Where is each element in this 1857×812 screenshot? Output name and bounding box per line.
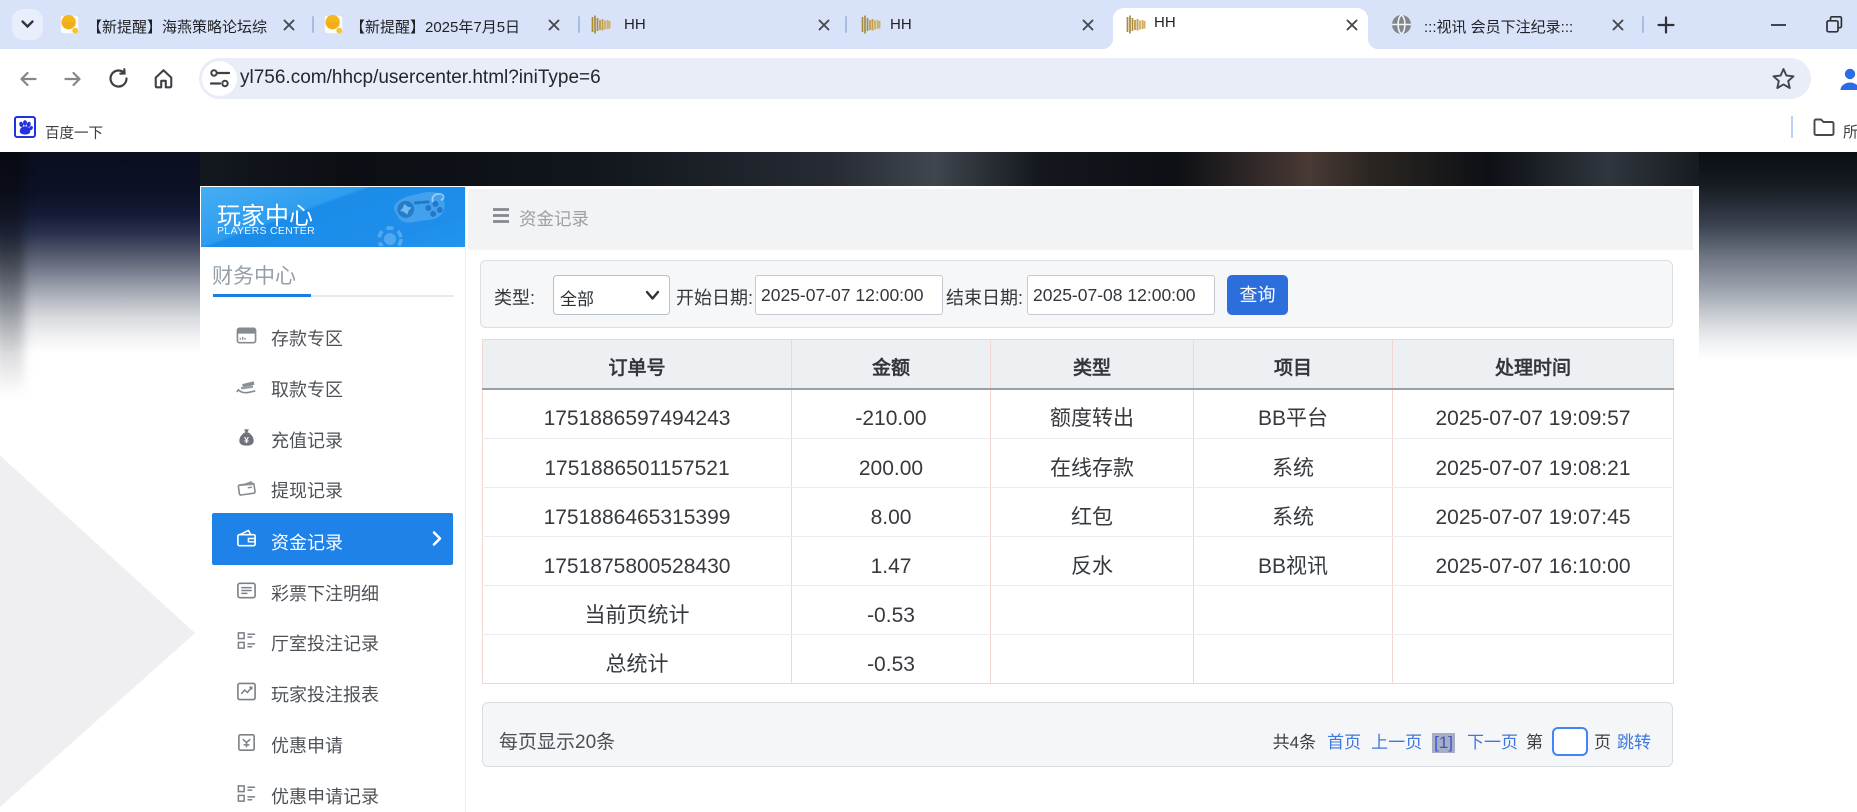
svg-text:¥: ¥ — [244, 434, 249, 444]
